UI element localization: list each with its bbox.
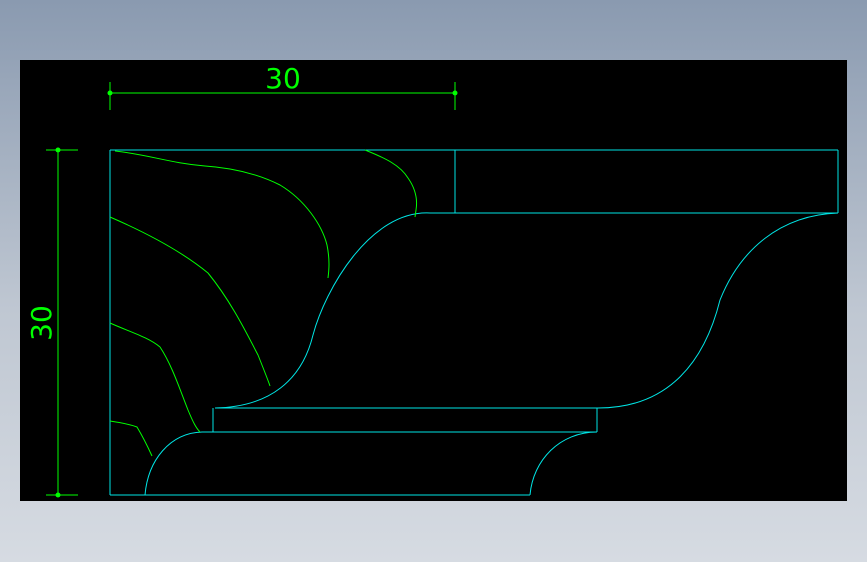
cad-viewport[interactable]: 30 30 — [20, 60, 847, 501]
cornice-profile-drawing: 30 30 — [25, 62, 839, 498]
lower-ovolo-left — [144, 431, 203, 496]
acanthus-leaf-carving — [109, 149, 418, 457]
upper-ogee-curve — [214, 212, 431, 409]
leaf-line — [109, 322, 201, 433]
right-ogee-curve — [597, 212, 839, 409]
leaf-line — [109, 420, 153, 457]
leaf-line — [109, 216, 271, 387]
cornice-profile — [109, 149, 839, 496]
lower-cove-right — [529, 431, 598, 496]
dimension-endpoint-dot — [55, 147, 61, 153]
leaf-line — [114, 150, 330, 279]
dimension-endpoint-dot — [107, 90, 113, 96]
dimension-endpoint-dot — [55, 492, 61, 498]
dimension-endpoint-dot — [452, 90, 458, 96]
vertical-dimension-label: 30 — [25, 305, 58, 341]
leaf-line — [364, 149, 418, 218]
vertical-dimension: 30 — [25, 147, 78, 498]
horizontal-dimension-label: 30 — [265, 62, 301, 95]
horizontal-dimension: 30 — [107, 62, 458, 110]
